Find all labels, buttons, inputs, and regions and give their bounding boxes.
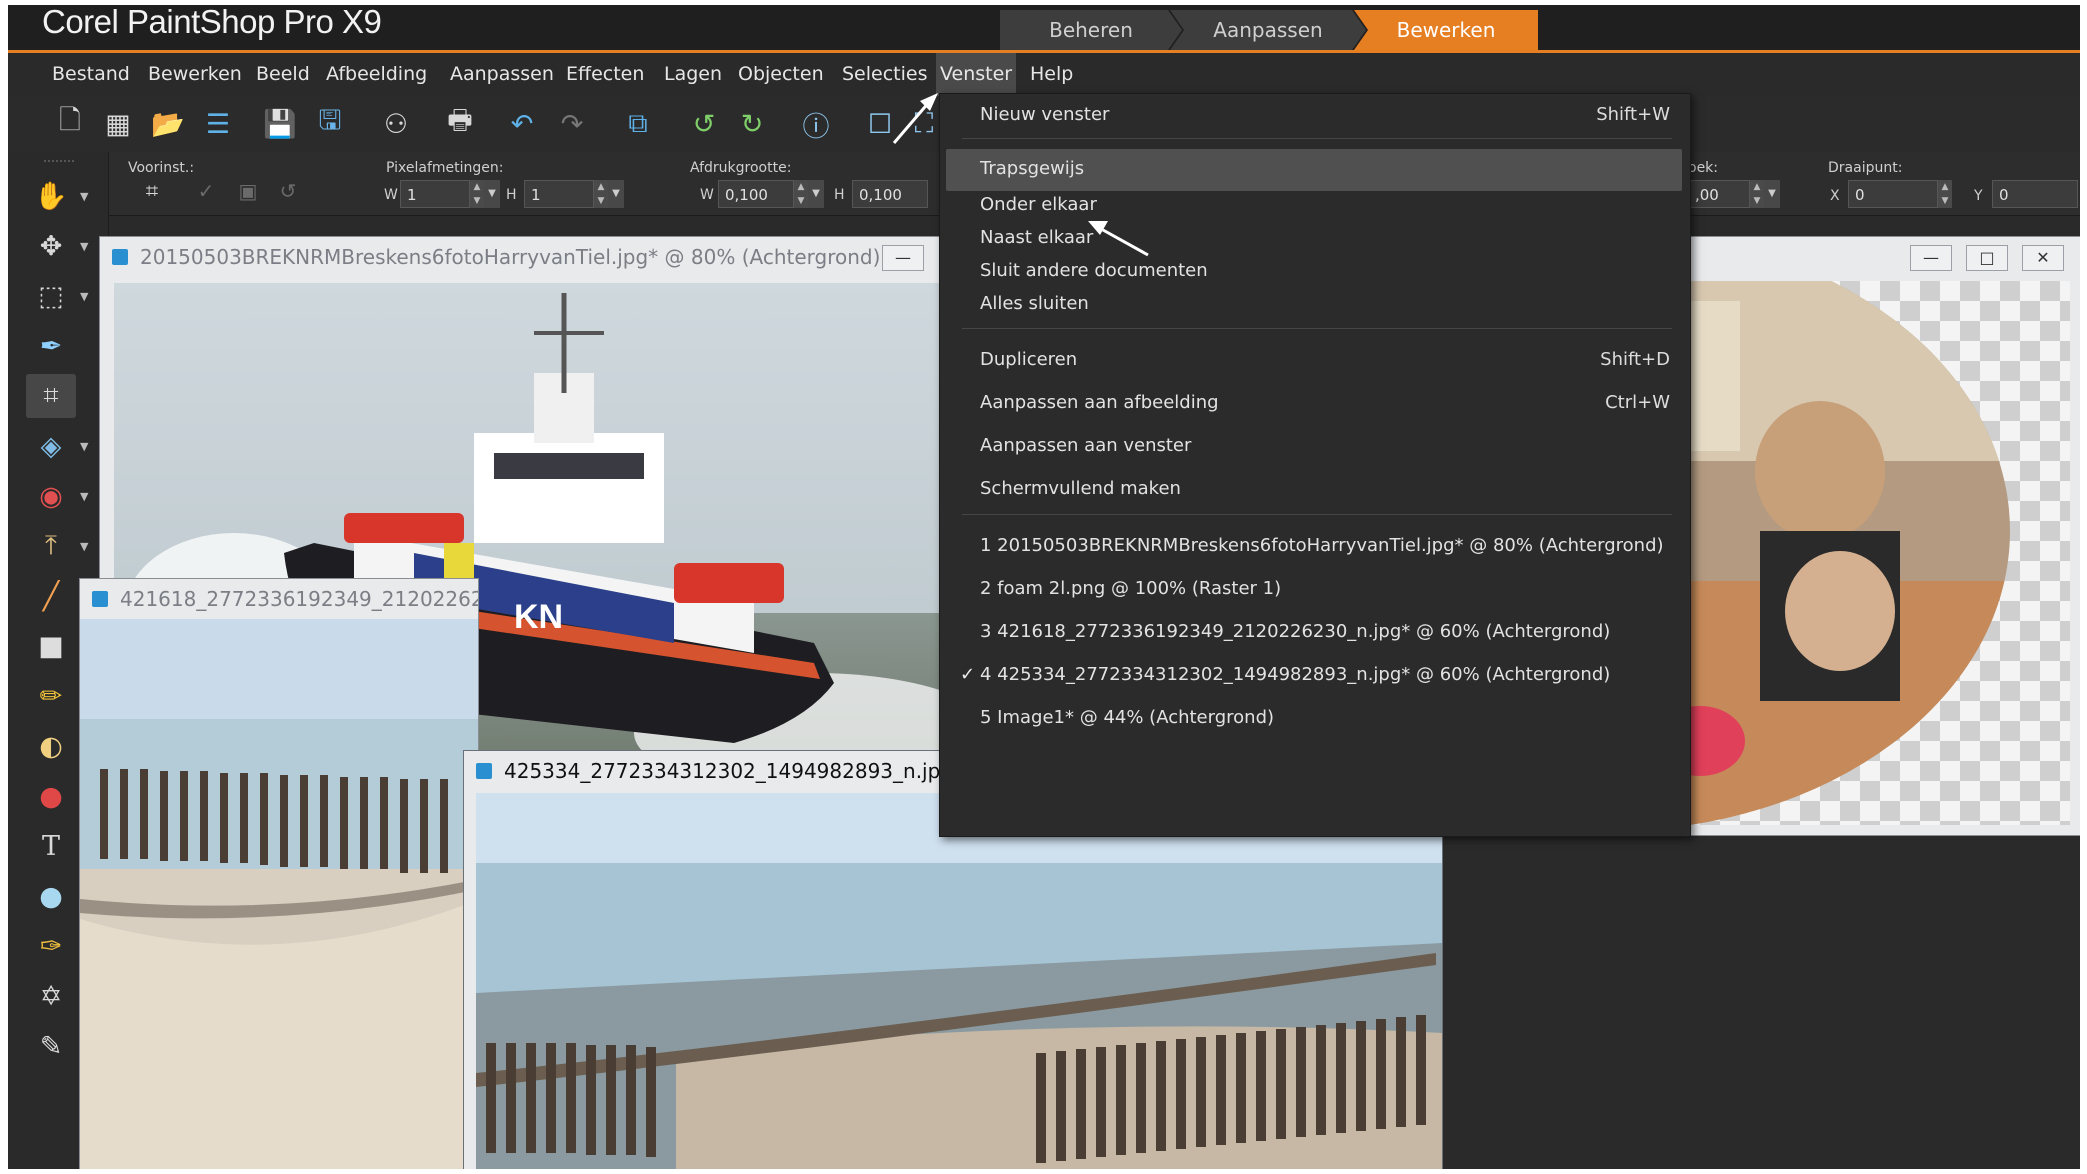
annotation-arrows	[892, 93, 1149, 257]
arrow-head-trapsgewijs	[1088, 221, 1108, 235]
paintshop-window: Corel PaintShop Pro X9 Beheren Aanpassen…	[8, 5, 2080, 1169]
arrow-to-venster-menu	[892, 100, 932, 144]
